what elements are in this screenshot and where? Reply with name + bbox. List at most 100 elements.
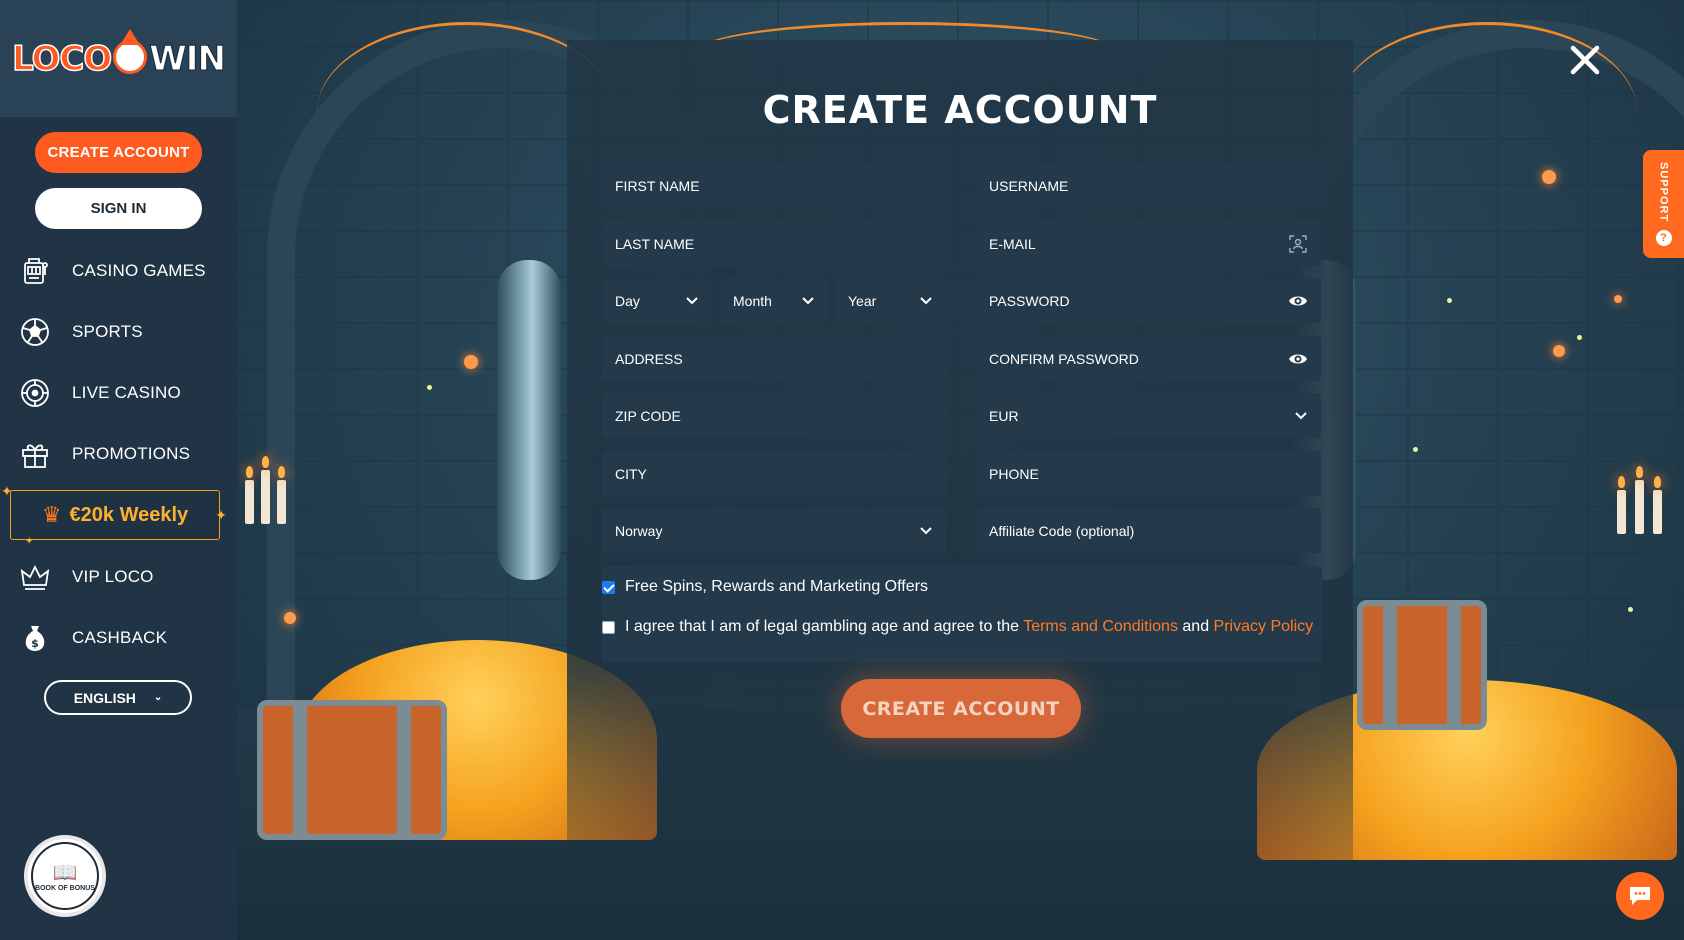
vip-crown-icon xyxy=(18,560,52,594)
sidebar-item-sports[interactable]: SPORTS xyxy=(0,301,237,362)
password-field[interactable]: PASSWORD xyxy=(976,278,1321,323)
chevron-down-icon xyxy=(802,296,814,304)
book-of-bonus-badge[interactable]: 📖 BOOK OF BONUS xyxy=(24,835,106,917)
candle xyxy=(261,456,270,524)
terms-link[interactable]: Terms and Conditions xyxy=(1023,618,1178,635)
firefly-dot xyxy=(427,385,432,390)
firefly-dot xyxy=(1447,298,1452,303)
username-placeholder: USERNAME xyxy=(989,177,1069,194)
confirm-password-field[interactable]: CONFIRM PASSWORD xyxy=(976,336,1321,381)
sidebar-item-cashback[interactable]: $ CASHBACK xyxy=(0,607,237,668)
first-name-field[interactable]: FIRST NAME xyxy=(602,163,946,208)
terms-checkbox[interactable] xyxy=(602,621,615,634)
chat-button[interactable] xyxy=(1616,872,1664,920)
chevron-down-icon xyxy=(1295,411,1307,419)
contact-card-icon[interactable] xyxy=(1288,234,1308,254)
terms-prefix: I agree that I am of legal gambling age … xyxy=(625,618,1024,635)
first-name-placeholder: FIRST NAME xyxy=(615,177,700,194)
create-account-submit-button[interactable]: CREATE ACCOUNT xyxy=(841,679,1081,738)
city-field[interactable]: CITY xyxy=(602,451,946,496)
close-icon[interactable] xyxy=(1567,42,1603,78)
chevron-down-icon xyxy=(686,296,698,304)
zip-code-field[interactable]: ZIP CODE xyxy=(602,393,946,438)
help-icon: ? xyxy=(1655,230,1672,247)
email-field[interactable]: E-MAIL xyxy=(976,221,1321,266)
sidebar-item-vip-loco[interactable]: VIP LOCO xyxy=(0,546,237,607)
firefly-dot xyxy=(1577,335,1582,340)
chat-bubble-icon xyxy=(1630,887,1650,905)
logo[interactable]: LOCO WIN xyxy=(11,28,227,80)
password-placeholder: PASSWORD xyxy=(989,292,1070,309)
ember xyxy=(1553,345,1565,357)
candle xyxy=(245,466,254,524)
marketing-consent-label: Free Spins, Rewards and Marketing Offers xyxy=(625,578,928,595)
firefly-dot xyxy=(1413,447,1418,452)
sparkle-icon: ✦ xyxy=(25,536,34,547)
sidebar-item-live-casino[interactable]: LIVE CASINO xyxy=(0,362,237,423)
soccer-ball-icon xyxy=(18,315,52,349)
sidebar-item-casino-games[interactable]: CASINO GAMES xyxy=(0,240,237,301)
create-account-modal: CREATE ACCOUNT FIRST NAME LAST NAME Day … xyxy=(567,40,1353,940)
support-label: SUPPORT xyxy=(1657,161,1670,223)
pillar-left xyxy=(497,260,561,580)
terms-consent: I agree that I am of legal gambling age … xyxy=(602,617,1322,637)
weekly-promo-label: €20k Weekly xyxy=(69,503,189,526)
marketing-checkbox[interactable] xyxy=(602,581,615,594)
ember xyxy=(1542,170,1556,184)
sidebar-create-account-button[interactable]: CREATE ACCOUNT xyxy=(35,132,202,173)
birth-day-select[interactable]: Day xyxy=(602,278,712,323)
country-select[interactable]: Norway xyxy=(602,508,946,553)
language-select[interactable]: ENGLISH ⌄ xyxy=(44,680,192,715)
support-tab[interactable]: SUPPORT ? xyxy=(1643,150,1684,258)
privacy-policy-link[interactable]: Privacy Policy xyxy=(1214,618,1314,635)
address-field[interactable]: ADDRESS xyxy=(602,336,946,381)
country-value: Norway xyxy=(615,522,663,539)
logo-text-right: WIN xyxy=(149,38,227,79)
address-placeholder: ADDRESS xyxy=(615,350,683,367)
zip-code-placeholder: ZIP CODE xyxy=(615,407,681,424)
sidebar-sign-in-button[interactable]: SIGN IN xyxy=(35,188,202,229)
terms-consent-text: I agree that I am of legal gambling age … xyxy=(625,617,1313,637)
firefly-dot xyxy=(1628,607,1633,612)
sidebar-item-promotions[interactable]: PROMOTIONS xyxy=(0,423,237,484)
sidebar-item-label: SPORTS xyxy=(72,321,143,341)
treasure-chest-right xyxy=(1357,600,1487,730)
currency-value: EUR xyxy=(989,407,1019,424)
currency-select[interactable]: EUR xyxy=(976,393,1321,438)
eye-icon[interactable] xyxy=(1288,291,1308,311)
crown-icon: ♛ xyxy=(41,502,62,527)
affiliate-code-placeholder: Affiliate Code (optional) xyxy=(989,522,1135,539)
chevron-down-icon xyxy=(920,526,932,534)
sidebar: LOCO WIN CREATE ACCOUNT SIGN IN CASINO G… xyxy=(0,0,237,940)
sidebar-item-label: PROMOTIONS xyxy=(72,443,191,463)
badge-inner: 📖 BOOK OF BONUS xyxy=(31,842,99,910)
birth-month-select[interactable]: Month xyxy=(720,278,828,323)
gift-icon xyxy=(18,437,52,471)
money-bag-icon: $ xyxy=(18,621,52,655)
email-placeholder: E-MAIL xyxy=(989,235,1036,252)
candle xyxy=(1653,476,1662,534)
month-label: Month xyxy=(733,292,772,309)
badge-text: BOOK OF BONUS xyxy=(35,885,95,892)
last-name-field[interactable]: LAST NAME xyxy=(602,221,946,266)
sparkle-icon: ✦ xyxy=(215,507,227,523)
book-icon: 📖 xyxy=(52,862,78,884)
treasure-chest-left xyxy=(257,700,447,840)
phone-field[interactable]: PHONE xyxy=(976,451,1321,496)
affiliate-code-field[interactable]: Affiliate Code (optional) xyxy=(976,508,1321,553)
ember xyxy=(464,355,478,369)
logo-text-left: LOCO xyxy=(11,38,113,80)
eye-icon[interactable] xyxy=(1288,349,1308,369)
year-label: Year xyxy=(848,292,877,309)
birth-year-select[interactable]: Year xyxy=(835,278,946,323)
candle xyxy=(1617,476,1626,534)
weekly-promo-banner[interactable]: ✦ ✦ ✦ ♛ €20k Weekly xyxy=(1,483,227,547)
candle xyxy=(1635,466,1644,534)
username-field[interactable]: USERNAME xyxy=(976,163,1321,208)
city-placeholder: CITY xyxy=(615,465,647,482)
modal-title: CREATE ACCOUNT xyxy=(762,88,1158,132)
jester-icon xyxy=(113,28,148,74)
sidebar-nav: CASINO GAMES SPORTS LIVE CASINO PROMOTIO… xyxy=(0,240,237,668)
sidebar-item-label: VIP LOCO xyxy=(72,566,154,586)
language-label: ENGLISH xyxy=(73,689,136,706)
